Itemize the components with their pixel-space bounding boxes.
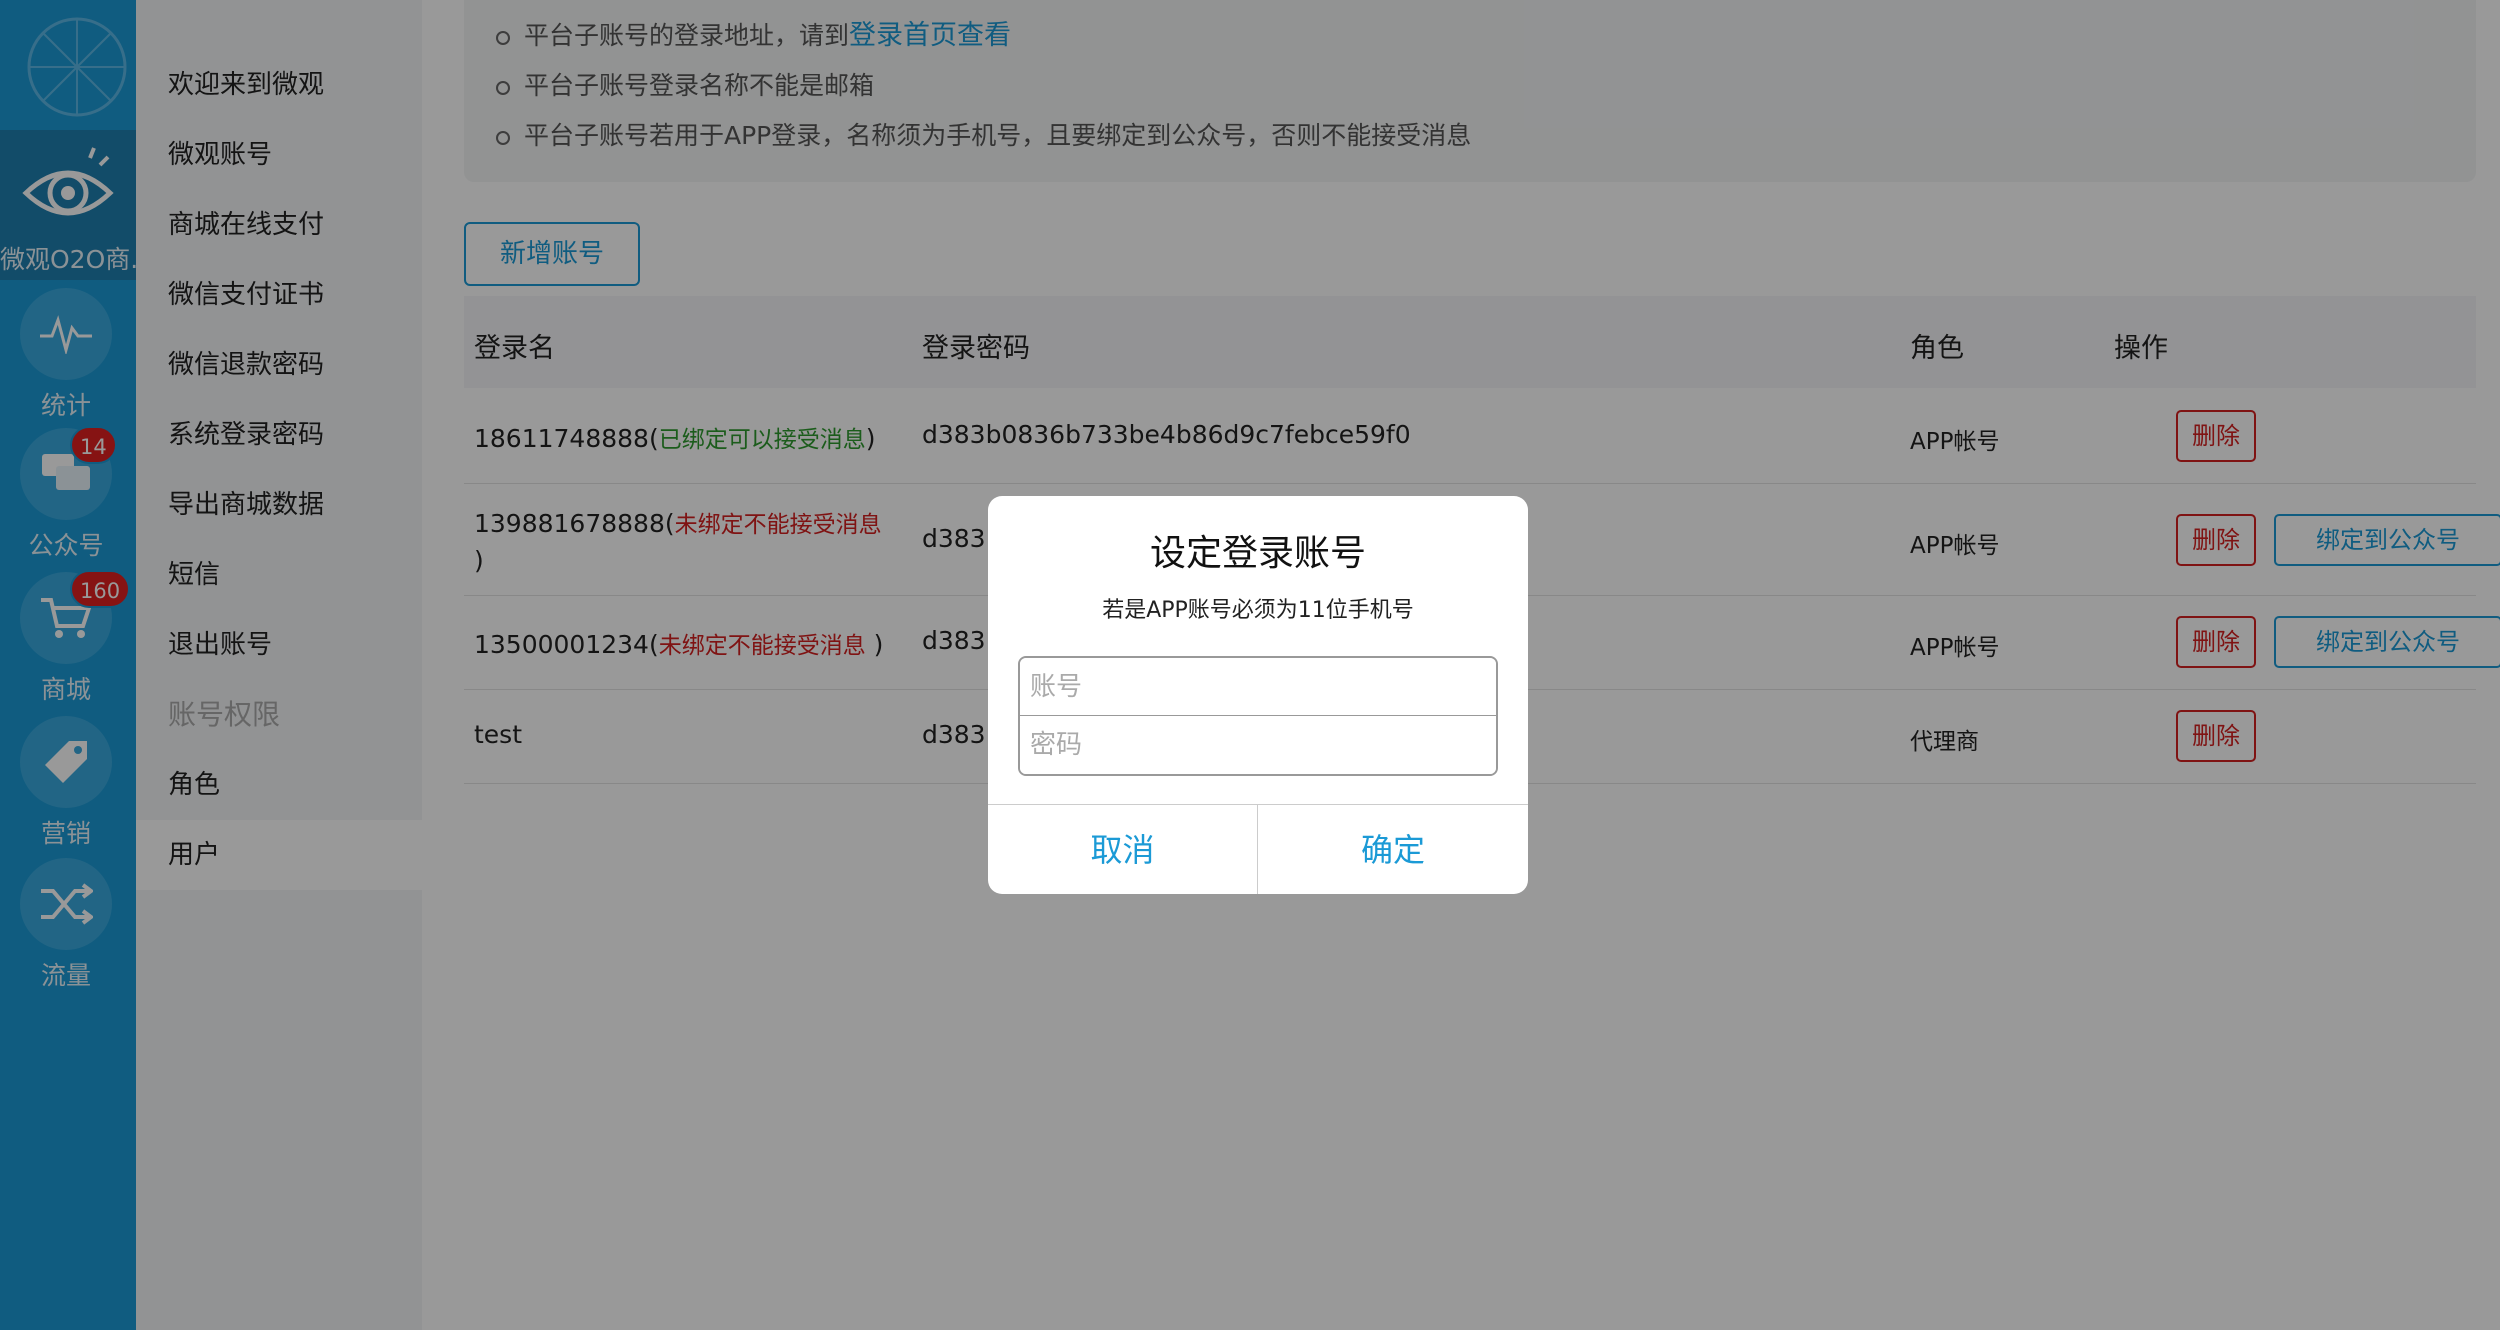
cancel-button[interactable]: 取消	[988, 805, 1258, 894]
dialog-title: 设定登录账号	[1149, 533, 1366, 574]
set-login-account-dialog: 设定登录账号 若是APP账号必须为11位手机号 取消 确定	[988, 496, 1528, 894]
password-input[interactable]	[1020, 716, 1496, 774]
dialog-message: 若是APP账号必须为11位手机号	[1102, 598, 1414, 623]
dialog-input-group	[1018, 656, 1498, 776]
dialog-button-bar: 取消 确定	[988, 804, 1528, 894]
confirm-button[interactable]: 确定	[1258, 805, 1528, 894]
account-input[interactable]	[1020, 658, 1496, 716]
